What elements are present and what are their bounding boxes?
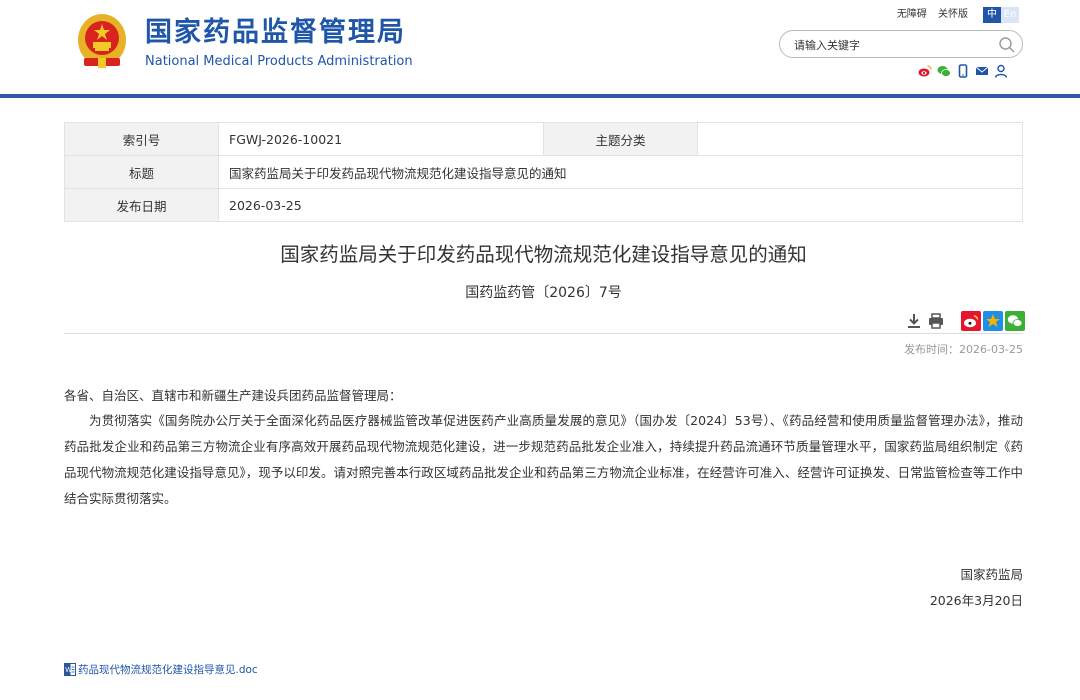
attachment-filename[interactable]: 药品现代物流规范化建设指导意见.doc (78, 662, 258, 677)
user-icon[interactable] (994, 64, 1008, 78)
search-icon[interactable] (998, 36, 1016, 54)
publish-time: 发布时间：2026-03-25 (904, 343, 1023, 356)
social-icons (918, 64, 1008, 78)
language-switch: 中 En (983, 7, 1019, 23)
document-number: 国药监药管〔2026〕7号 (465, 285, 622, 301)
article-divider (64, 333, 1023, 334)
table-row: 标题 国家药监局关于印发药品现代物流规范化建设指导意见的通知 (64, 155, 1023, 189)
svg-text:W: W (65, 667, 72, 674)
signing-organization: 国家药监局 (960, 567, 1023, 582)
share-weibo-icon[interactable] (961, 311, 981, 331)
header-divider-bar (0, 94, 1080, 98)
mobile-icon[interactable] (956, 64, 970, 78)
attachment-link[interactable]: W 药品现代物流规范化建设指导意见.doc (64, 662, 258, 677)
accessibility-link[interactable]: 无障碍 (897, 9, 927, 20)
site-name-cn[interactable]: 国家药品监督管理局 (145, 16, 406, 50)
table-row: 索引号 FGWJ-2026-10021 主题分类 (64, 122, 1023, 156)
print-icon[interactable] (927, 312, 945, 330)
share-buttons (961, 311, 1025, 331)
salutation: 各省、自治区、直辖市和新疆生产建设兵团药品监督管理局： (64, 388, 402, 403)
national-emblem-icon[interactable] (76, 12, 128, 70)
index-value: FGWJ-2026-10021 (218, 122, 544, 156)
wechat-icon[interactable] (937, 64, 951, 78)
signing-date: 2026年3月20日 (929, 593, 1023, 608)
category-label: 主题分类 (543, 122, 698, 156)
lang-en-button[interactable]: En (1001, 7, 1019, 23)
download-icon[interactable] (905, 312, 923, 330)
article-tools (905, 311, 1025, 331)
date-label: 发布日期 (64, 188, 219, 222)
document-meta-table: 索引号 FGWJ-2026-10021 主题分类 标题 国家药监局关于印发药品现… (64, 122, 1023, 222)
title-label: 标题 (64, 155, 219, 189)
search-box (779, 30, 1023, 58)
article-title: 国家药监局关于印发药品现代物流规范化建设指导意见的通知 (280, 243, 807, 266)
article-body: 为贯彻落实《国务院办公厅关于全面深化药品医疗器械监管改革促进医药产业高质量发展的… (64, 413, 1023, 506)
share-wechat-icon[interactable] (1005, 311, 1025, 331)
elder-mode-link[interactable]: 关怀版 (938, 9, 968, 20)
search-input[interactable] (794, 35, 990, 55)
category-value (697, 122, 1023, 156)
weibo-icon[interactable] (918, 64, 932, 78)
site-header: 国家药品监督管理局 National Medical Products Admi… (0, 0, 1080, 94)
top-links: 无障碍 关怀版 (889, 8, 968, 22)
word-doc-icon: W (64, 663, 76, 676)
table-row: 发布日期 2026-03-25 (64, 188, 1023, 222)
mail-icon[interactable] (975, 64, 989, 78)
title-value: 国家药监局关于印发药品现代物流规范化建设指导意见的通知 (218, 155, 1023, 189)
index-label: 索引号 (64, 122, 219, 156)
site-name-en[interactable]: National Medical Products Administration (145, 54, 413, 70)
share-qzone-icon[interactable] (983, 311, 1003, 331)
lang-zh-button[interactable]: 中 (983, 7, 1001, 23)
date-value: 2026-03-25 (218, 188, 1023, 222)
